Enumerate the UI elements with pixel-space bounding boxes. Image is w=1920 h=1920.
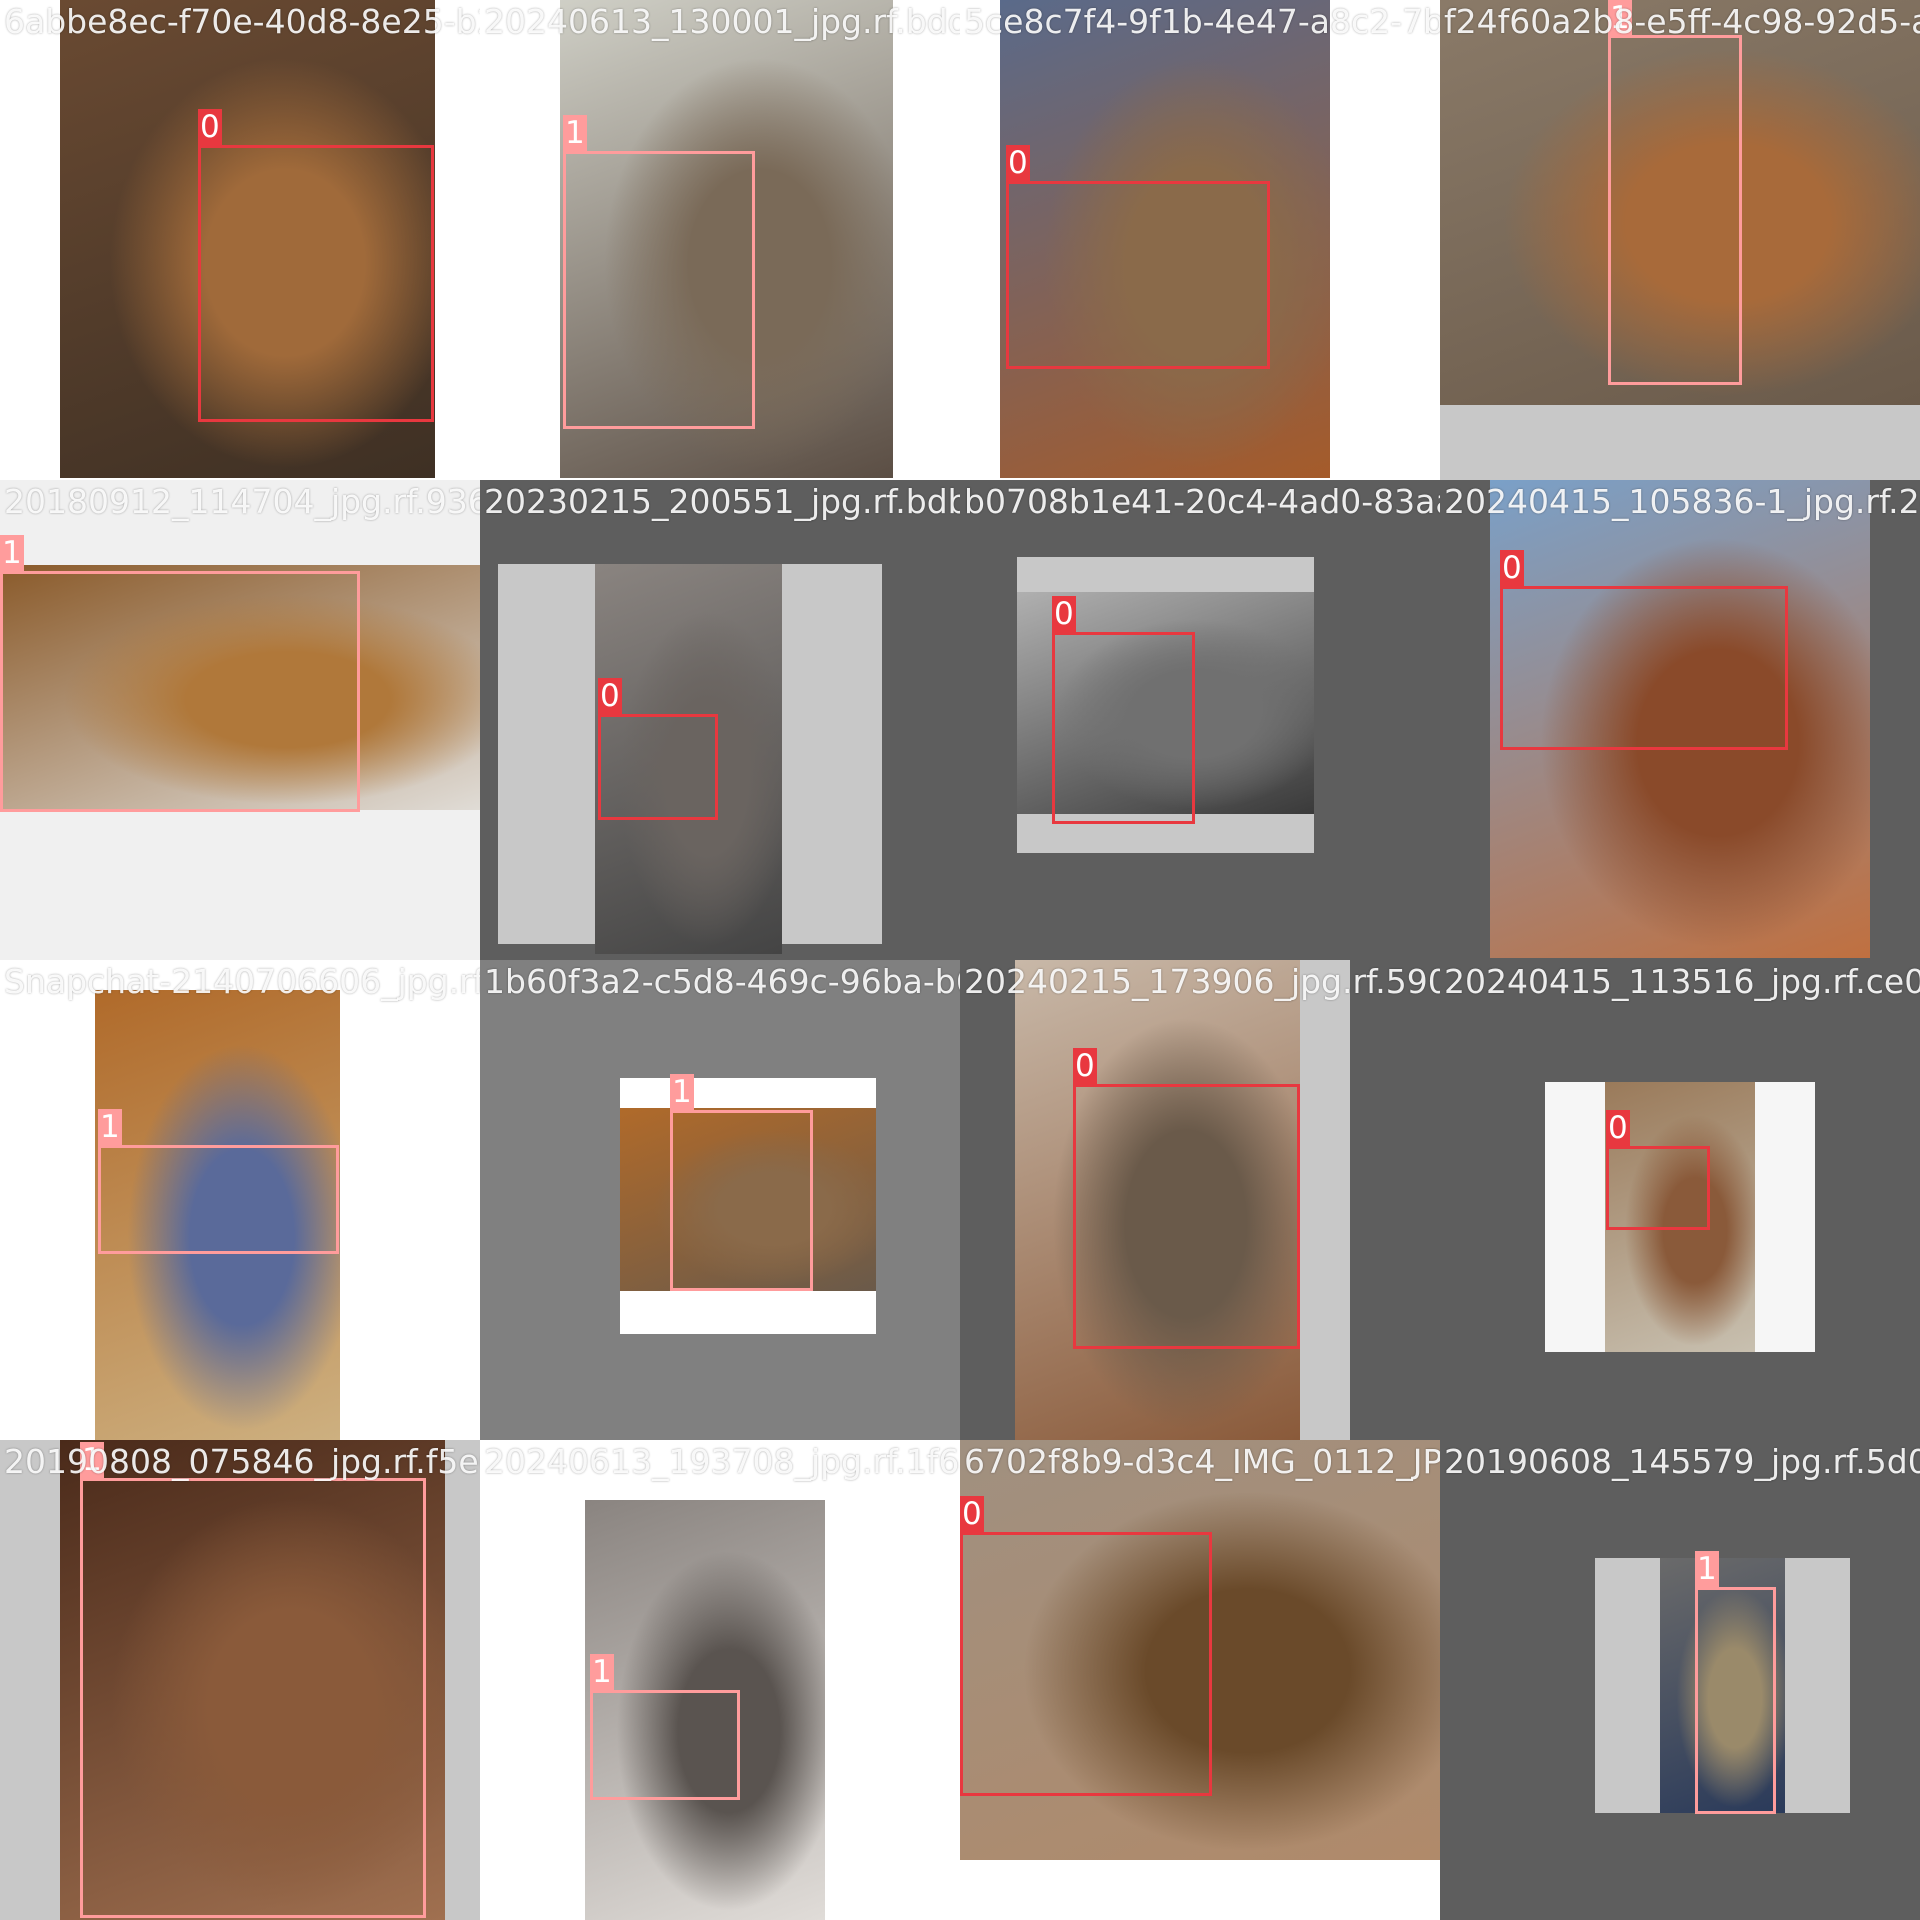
detection-mosaic-grid: 0 6abbe8ec-f70e-40d8-8e25-b2074a9f50d5401… bbox=[0, 0, 1920, 1920]
mosaic-tile: 1f24f60a2b8-e5ff-4c98-92d5-ab8e1b3c6f21_… bbox=[1440, 0, 1920, 480]
bounding-box bbox=[563, 151, 755, 429]
image-filename: f24f60a2b8-e5ff-4c98-92d5-ab8e1b3c6f21_j… bbox=[1444, 2, 1920, 41]
class-label: 1 bbox=[590, 1654, 614, 1690]
mosaic-tile: 0 20230215_200551_jpg.rf.bdb0f1e2d3c4b5a6… bbox=[480, 480, 960, 960]
mosaic-tile: 1 20240613_193708_jpg.rf.1f6a7b8c9d0e1f2a… bbox=[480, 1440, 960, 1920]
class-label: 0 bbox=[1606, 1110, 1630, 1146]
bounding-box bbox=[98, 1145, 339, 1254]
image-filename: 20190808_075846_jpg.rf.f5e0c1d2e3f4a5b6c… bbox=[4, 1442, 480, 1481]
bounding-box bbox=[598, 714, 718, 820]
bounding-box bbox=[1500, 586, 1788, 750]
mosaic-tile: 0 6702f8b9-d3c4_IMG_0112_JPG.rf.9a8b7c6d5… bbox=[960, 1440, 1440, 1920]
bounding-box bbox=[1073, 1084, 1300, 1349]
bounding-box bbox=[670, 1110, 813, 1291]
mosaic-tile: 0 5ce8c7f4-9f1b-4e47-a8c2-7b3f2b9d1e5a_jp… bbox=[960, 0, 1440, 480]
image-filename: 20230215_200551_jpg.rf.bdb0f1e2d3c4b5a69… bbox=[484, 482, 960, 521]
image-filename: 20240215_173906_jpg.rf.590d2e4f6a8b0c1d3… bbox=[964, 962, 1440, 1001]
mosaic-tile: 0 20240415_105836-1_jpg.rf.2e3f4a5b6c7d8e… bbox=[1440, 480, 1920, 960]
mosaic-tile: 1 1b60f3a2-c5d8-469c-96ba-b6829e1f4a7c_jp… bbox=[480, 960, 960, 1440]
mosaic-tile: 1 20240613_130001_jpg.rf.bdd98e1b6c19b094… bbox=[480, 0, 960, 480]
image-filename: b0708b1e41-20c4-4ad0-83aa-c5ed9a8f7b6c_j… bbox=[964, 482, 1440, 521]
bounding-box bbox=[0, 571, 360, 812]
bounding-box bbox=[1006, 181, 1270, 369]
image-filename: 20240613_130001_jpg.rf.bdd98e1b6c19b0942… bbox=[484, 2, 960, 41]
image-filename: 1b60f3a2-c5d8-469c-96ba-b6829e1f4a7c_jpg… bbox=[484, 962, 960, 1001]
class-label: 0 bbox=[1500, 550, 1524, 586]
image-filename: 20190608_145579_jpg.rf.5d0e1f2a3b4c5d6e7… bbox=[1444, 1442, 1920, 1481]
image-filename: 20240415_113516_jpg.rf.ce0a1b2c3d4e5f6a7… bbox=[1444, 962, 1920, 1001]
mosaic-tile: 0 20240215_173906_jpg.rf.590d2e4f6a8b0c1d… bbox=[960, 960, 1440, 1440]
mosaic-tile: 0 20240415_113516_jpg.rf.ce0a1b2c3d4e5f6a… bbox=[1440, 960, 1920, 1440]
class-label: 0 bbox=[1052, 596, 1076, 632]
class-label: 0 bbox=[1073, 1048, 1097, 1084]
class-label: 0 bbox=[1006, 145, 1030, 181]
image-filename: 20240415_105836-1_jpg.rf.2e3f4a5b6c7d8e9… bbox=[1444, 482, 1920, 521]
bounding-box bbox=[1608, 35, 1742, 385]
bounding-box bbox=[1695, 1587, 1776, 1814]
image-filename: 6abbe8ec-f70e-40d8-8e25-b2074a9f50d54018… bbox=[4, 2, 480, 41]
mosaic-tile: 0 6abbe8ec-f70e-40d8-8e25-b2074a9f50d5401… bbox=[0, 0, 480, 480]
class-label: 1 bbox=[670, 1074, 694, 1110]
letterbox-pad bbox=[1440, 405, 1920, 480]
bounding-box bbox=[590, 1690, 740, 1800]
image-filename: 20180912_114704_jpg.rf.9362c0f4da1b2e5a7… bbox=[4, 482, 480, 521]
bounding-box bbox=[1052, 632, 1195, 824]
class-label: 1 bbox=[563, 115, 587, 151]
mosaic-tile: 1 20190608_145579_jpg.rf.5d0e1f2a3b4c5d6e… bbox=[1440, 1440, 1920, 1920]
class-label: 0 bbox=[198, 109, 222, 145]
mosaic-tile: 0 b0708b1e41-20c4-4ad0-83aa-c5ed9a8f7b6c_… bbox=[960, 480, 1440, 960]
bounding-box bbox=[198, 145, 434, 422]
image-filename: Snapchat-2140706606_jpg.rf.1b509f3a7e2c4… bbox=[4, 962, 480, 1001]
class-label: 0 bbox=[960, 1496, 984, 1532]
image-filename: 20240613_193708_jpg.rf.1f6a7b8c9d0e1f2a3… bbox=[484, 1442, 960, 1481]
image-filename: 6702f8b9-d3c4_IMG_0112_JPG.rf.9a8b7c6d5e… bbox=[964, 1442, 1440, 1481]
bounding-box bbox=[80, 1478, 426, 1918]
mosaic-tile: 1 Snapchat-2140706606_jpg.rf.1b509f3a7e2c… bbox=[0, 960, 480, 1440]
class-label: 1 bbox=[0, 535, 24, 571]
mosaic-tile: 120190808_075846_jpg.rf.f5e0c1d2e3f4a5b6… bbox=[0, 1440, 480, 1920]
class-label: 1 bbox=[98, 1109, 122, 1145]
image-filename: 5ce8c7f4-9f1b-4e47-a8c2-7b3f2b9d1e5a_jpg… bbox=[964, 2, 1440, 41]
bounding-box bbox=[1606, 1146, 1710, 1230]
class-label: 1 bbox=[1695, 1551, 1719, 1587]
bounding-box bbox=[960, 1532, 1212, 1796]
class-label: 0 bbox=[598, 678, 622, 714]
mosaic-tile: 1 20180912_114704_jpg.rf.9362c0f4da1b2e5a… bbox=[0, 480, 480, 960]
